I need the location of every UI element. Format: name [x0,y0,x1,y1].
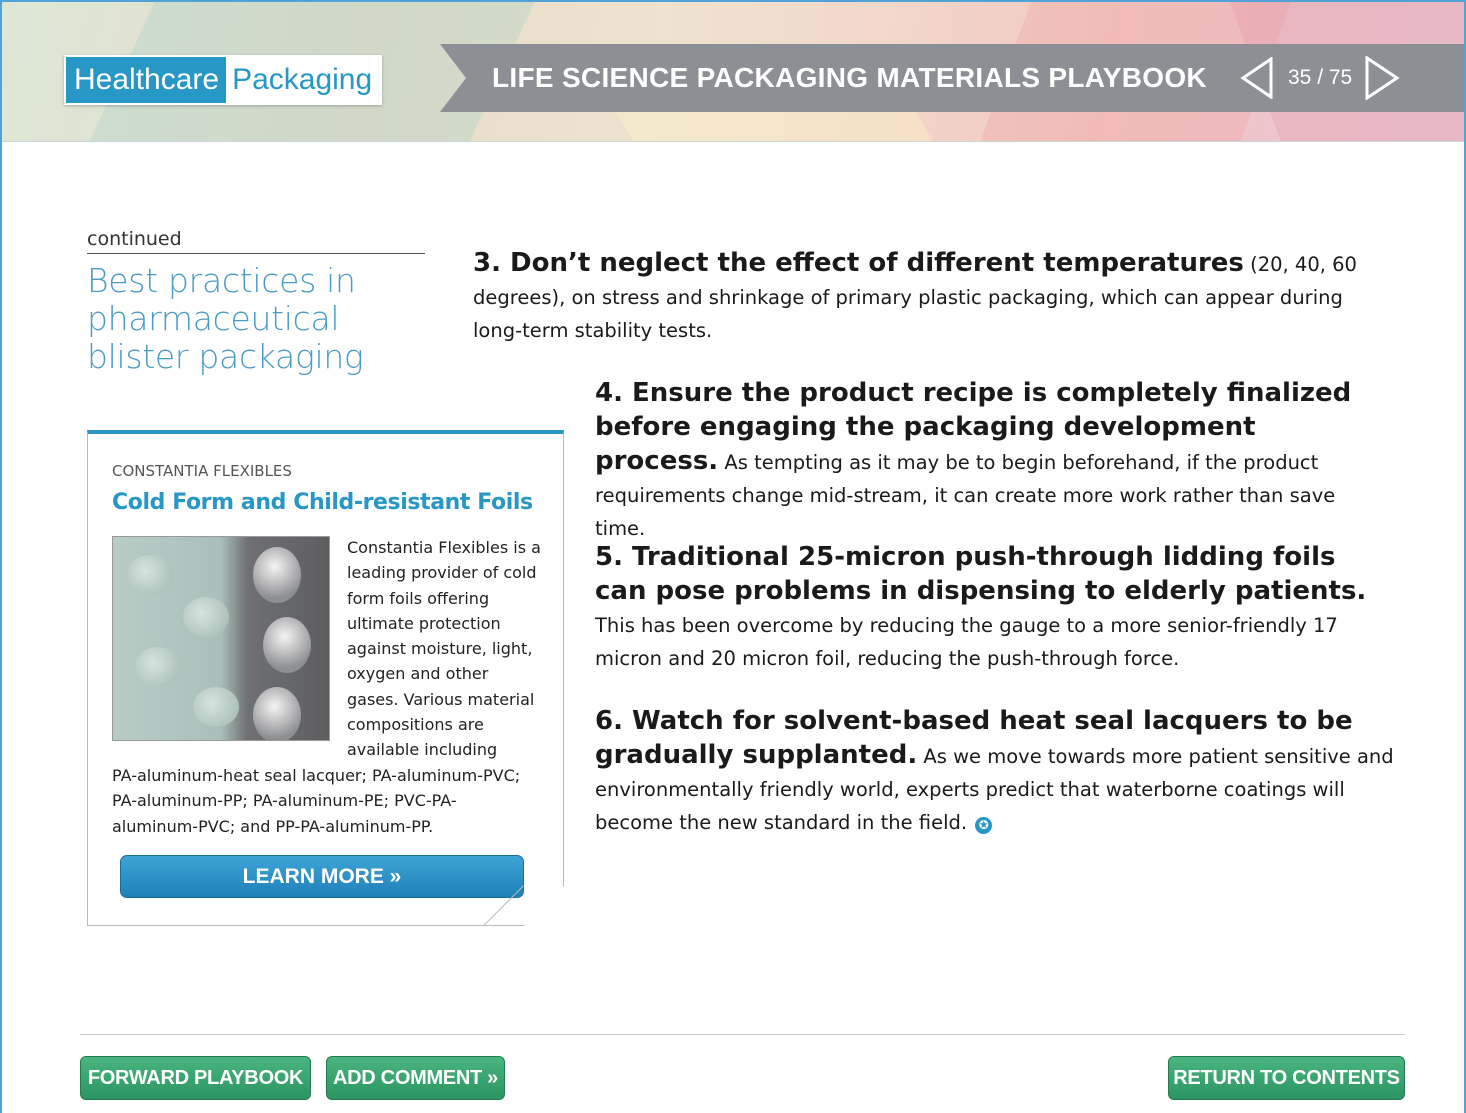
tip-6: 6. Watch for solvent-based heat seal lac… [595,705,1400,839]
healthcare-packaging-logo[interactable]: Healthcare Packaging [64,55,383,105]
logo-part-packaging: Packaging [226,57,381,103]
sponsor-heading[interactable]: Cold Form and Child-resistant Foils [112,490,533,515]
logo-part-healthcare: Healthcare [66,57,227,103]
prev-page-icon[interactable] [1240,57,1274,99]
end-mark-icon: ✪ [975,817,993,834]
tip-3-heading: 3. Don’t neglect the effect of different… [473,248,1244,278]
sponsor-description-continued: PA-aluminum-heat seal lacquer; PA-alumin… [112,766,521,836]
footer-divider [80,1034,1405,1035]
tip-5: 5. Traditional 25-micron push-through li… [595,541,1395,675]
playbook-title: LIFE SCIENCE PACKAGING MATERIALS PLAYBOO… [492,62,1207,93]
header-banner: Healthcare Packaging LIFE SCIENCE PACKAG… [2,2,1464,142]
tip-4: 4. Ensure the product recipe is complete… [595,377,1385,545]
blister-foil-image [112,536,330,741]
next-page-icon[interactable] [1364,56,1400,100]
tip-3: 3. Don’t neglect the effect of different… [473,247,1373,347]
learn-more-button[interactable]: LEARN MORE » [120,855,524,898]
sponsor-sidebar: CONSTANTIA FLEXIBLES Cold Form and Child… [87,430,564,926]
add-comment-button[interactable]: ADD COMMENT » [326,1056,505,1100]
playbook-title-bar: LIFE SCIENCE PACKAGING MATERIALS PLAYBOO… [440,44,1464,112]
page-navigator: 35 / 75 [1240,44,1400,112]
page-frame: Healthcare Packaging LIFE SCIENCE PACKAG… [0,0,1466,1113]
sponsor-company: CONSTANTIA FLEXIBLES [112,462,292,480]
forward-playbook-button[interactable]: FORWARD PLAYBOOK » [80,1056,311,1113]
tip-5-heading: 5. Traditional 25-micron push-through li… [595,542,1367,606]
page-counter: 35 / 75 [1288,66,1353,89]
tip-5-text: This has been overcome by reducing the g… [595,614,1338,670]
return-to-contents-button[interactable]: RETURN TO CONTENTS » [1168,1056,1405,1113]
section-title: Best practices in pharmaceutical blister… [87,261,364,376]
continued-label: continued [87,228,425,254]
sponsor-description: Constantia Flexibles is a leading provid… [347,538,541,760]
